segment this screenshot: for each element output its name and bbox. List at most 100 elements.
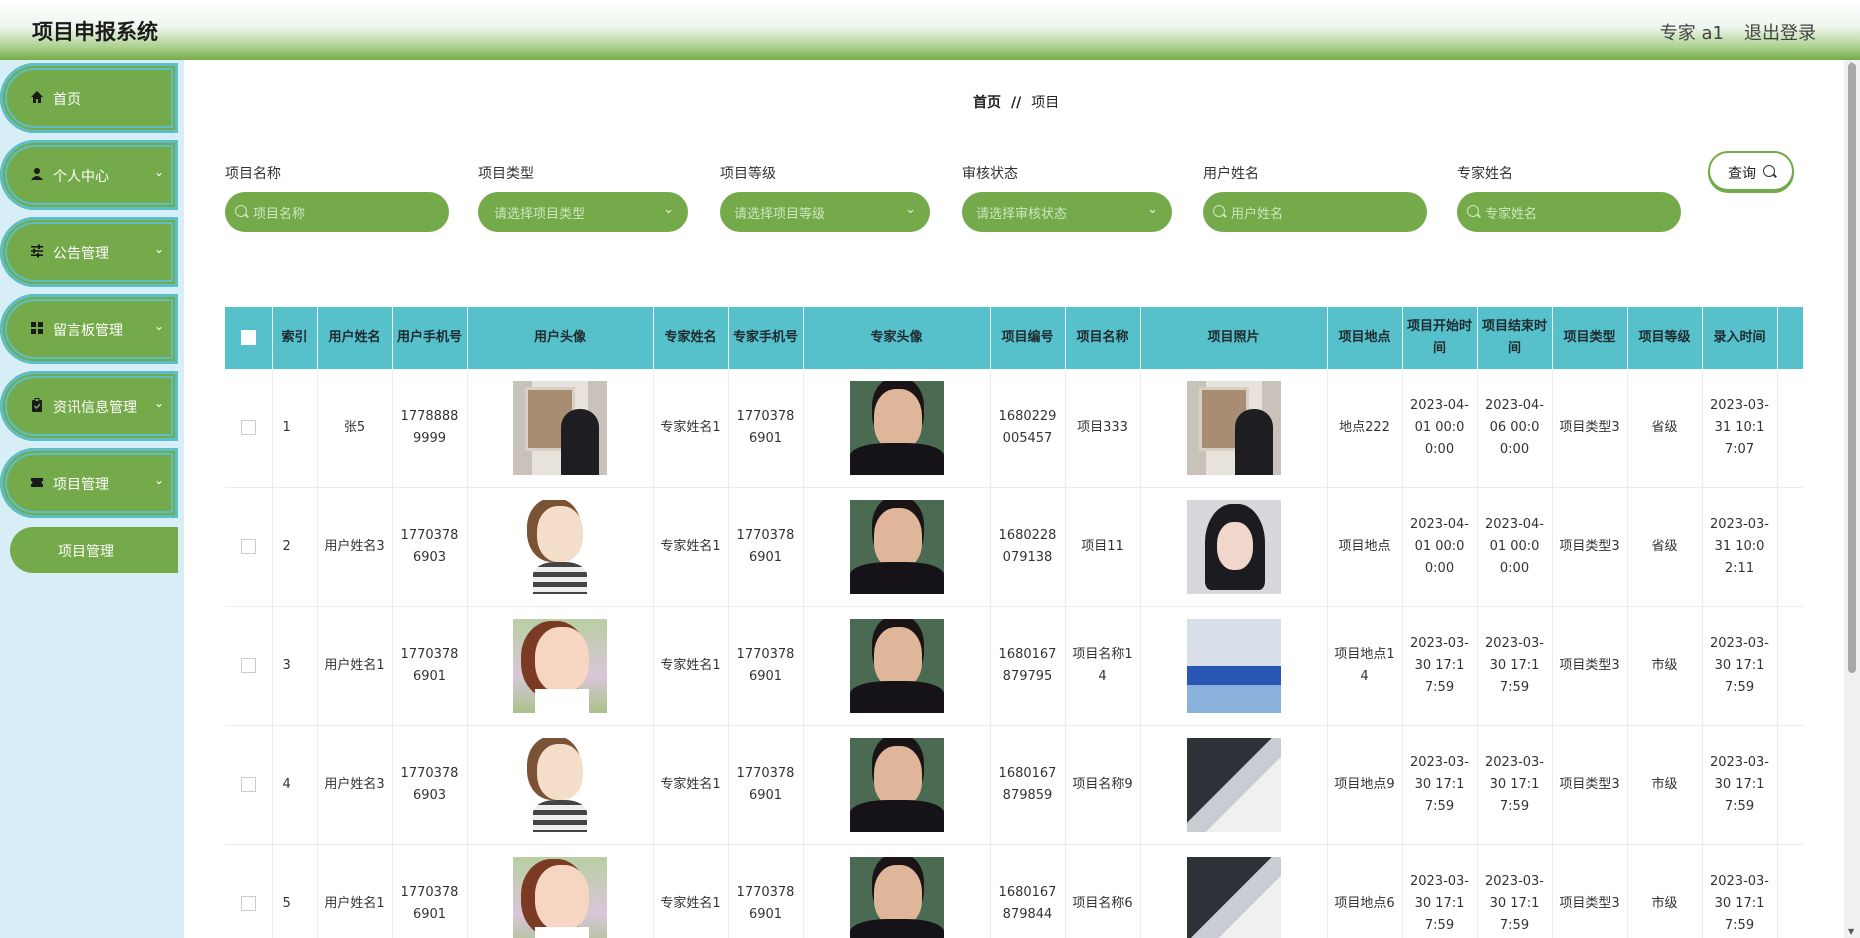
row-index-cell: 4 [272, 725, 318, 845]
expert-name: 专家姓名1 [660, 777, 721, 792]
project-place-cell: 项目地点6 [1327, 844, 1403, 938]
breadcrumb-separator: // [1011, 95, 1022, 111]
project-start-time-cell: 2023-04-01 00:00:00 [1402, 369, 1478, 488]
project-photo-cell [1140, 369, 1328, 488]
user-avatar-cell [467, 844, 654, 938]
sidebar-item-personal[interactable]: 个人中心 ⌄ [0, 140, 178, 210]
user-avatar-cell [467, 725, 654, 845]
project-level: 市级 [1651, 896, 1678, 911]
project-start-time: 2023-03-30 17:17:59 [1409, 874, 1469, 933]
project-place: 项目地点14 [1334, 647, 1395, 684]
project-photo [1186, 738, 1281, 832]
project-end-time: 2023-04-01 00:00:00 [1484, 517, 1544, 576]
project-photo [1186, 381, 1281, 475]
project-type-cell: 项目类型3 [1552, 725, 1628, 845]
created-time: 2023-03-30 17:17:59 [1709, 755, 1769, 814]
project-start-time: 2023-03-30 17:17:59 [1409, 755, 1469, 814]
project-end-time-cell: 2023-04-06 00:00:00 [1477, 369, 1553, 488]
column-header: 项目地点 [1327, 307, 1403, 369]
row-index-cell: 3 [272, 606, 318, 726]
project-code: 1680167879859 [998, 766, 1057, 803]
filter-label-review-status: 审核状态 [962, 166, 1018, 182]
expert-phone: 17703786901 [736, 885, 795, 922]
project-name-cell: 项目333 [1065, 369, 1141, 488]
project-place-cell: 项目地点 [1327, 487, 1403, 607]
row-select-cell[interactable] [225, 725, 273, 845]
logout-link[interactable]: 退出登录 [1744, 19, 1816, 45]
select-all-checkbox[interactable] [225, 307, 273, 369]
expert-phone: 17703786901 [736, 647, 795, 684]
row-checkbox[interactable] [240, 420, 256, 435]
user-phone-cell: 17703786903 [392, 725, 468, 845]
project-name-input[interactable]: 项目名称 [225, 192, 449, 232]
input-placeholder: 专家姓名 [1485, 207, 1538, 222]
project-end-time: 2023-04-06 00:00:00 [1484, 398, 1544, 457]
expert-avatar [849, 619, 944, 713]
column-header: 用户头像 [467, 307, 654, 369]
created-time: 2023-03-30 17:17:59 [1709, 874, 1769, 933]
expert-avatar [849, 381, 944, 475]
filter-label-project-type: 项目类型 [478, 166, 534, 182]
project-level-select[interactable]: 请选择项目等级 ⌄ [720, 192, 930, 232]
breadcrumb-home[interactable]: 首页 [973, 95, 1001, 111]
created-time: 2023-03-30 17:17:59 [1709, 636, 1769, 695]
project-end-time-cell: 2023-03-30 17:17:59 [1477, 606, 1553, 726]
user-avatar [513, 857, 607, 938]
project-level-cell: 市级 [1627, 606, 1703, 726]
project-end-time-cell: 2023-04-01 00:00:00 [1477, 487, 1553, 607]
review-status-select[interactable]: 请选择审核状态 ⌄ [962, 192, 1172, 232]
expert-phone-cell: 17703786901 [728, 369, 804, 488]
scroll-down-icon[interactable]: ▼ [1848, 927, 1854, 936]
row-checkbox[interactable] [240, 896, 256, 911]
sidebar-item-notice[interactable]: 公告管理 ⌄ [0, 217, 178, 287]
created-time-cell: 2023-03-31 10:17:07 [1702, 369, 1778, 488]
expert-phone: 17703786901 [736, 409, 795, 446]
clipboard-icon [32, 398, 42, 412]
sliders-icon [31, 244, 43, 258]
chevron-down-icon: ⌄ [153, 396, 164, 410]
column-header: 项目等级 [1627, 307, 1703, 369]
user-name-input[interactable]: 用户姓名 [1203, 192, 1427, 232]
project-code-cell: 1680167879844 [990, 844, 1066, 938]
project-photo [1186, 857, 1281, 938]
sidebar-item-label: 留言板管理 [53, 323, 123, 339]
user-name: 用户姓名3 [324, 777, 385, 792]
query-button[interactable]: 查询 [1710, 153, 1792, 189]
sidebar-subitem-project-manage[interactable]: 项目管理 [10, 527, 178, 573]
project-name-cell: 项目名称14 [1065, 606, 1141, 726]
select-placeholder: 请选择审核状态 [976, 207, 1068, 222]
row-select-cell[interactable] [225, 369, 273, 488]
row-index: 1 [282, 420, 291, 435]
row-select-cell[interactable] [225, 606, 273, 726]
project-name-cell: 项目名称9 [1065, 725, 1141, 845]
project-level: 省级 [1651, 539, 1678, 554]
scroll-thumb[interactable] [1848, 63, 1856, 673]
sidebar-item-label: 项目管理 [53, 477, 109, 493]
expert-name-cell: 专家姓名1 [653, 725, 729, 845]
project-photo-cell [1140, 606, 1328, 726]
project-start-time-cell: 2023-04-01 00:00:00 [1402, 487, 1478, 607]
project-type-select[interactable]: 请选择项目类型 ⌄ [478, 192, 688, 232]
page-scrollbar[interactable]: ▲ ▼ [1844, 60, 1860, 938]
user-name-cell: 张5 [317, 369, 393, 488]
project-code-cell: 1680167879795 [990, 606, 1066, 726]
row-select-cell[interactable] [225, 487, 273, 607]
chevron-down-icon: ⌄ [1147, 202, 1158, 217]
row-checkbox[interactable] [240, 539, 256, 554]
row-checkbox[interactable] [240, 777, 256, 792]
row-select-cell[interactable] [225, 844, 273, 938]
sidebar-item-home[interactable]: 首页 [0, 63, 178, 133]
project-place: 项目地点9 [1334, 777, 1395, 792]
sidebar-item-messages[interactable]: 留言板管理 ⌄ [0, 294, 178, 364]
expert-name: 专家姓名1 [660, 896, 721, 911]
row-checkbox[interactable] [240, 658, 256, 673]
user-name-cell: 用户姓名1 [317, 844, 393, 938]
filter-label-user-name: 用户姓名 [1203, 166, 1259, 182]
sidebar-item-news[interactable]: 资讯信息管理 ⌄ [0, 371, 178, 441]
expert-name-input[interactable]: 专家姓名 [1457, 192, 1681, 232]
user-avatar [513, 500, 607, 594]
row-index-cell: 5 [272, 844, 318, 938]
project-code: 1680167879844 [998, 885, 1057, 922]
sidebar-item-projects[interactable]: 项目管理 ⌄ [0, 448, 178, 518]
ticket-icon [31, 478, 43, 487]
